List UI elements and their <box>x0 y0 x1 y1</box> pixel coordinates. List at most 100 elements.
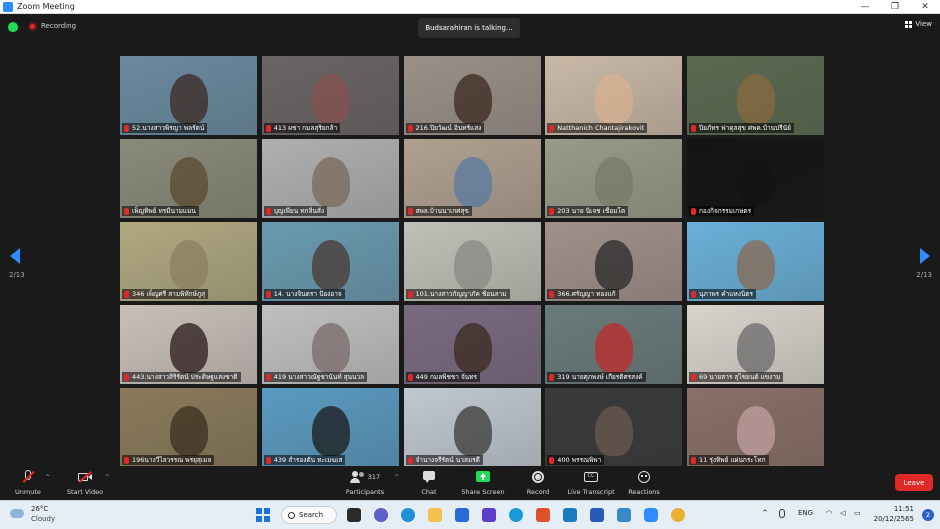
mail-icon[interactable] <box>455 508 469 522</box>
page-indicator-right: 2/13 <box>916 271 932 279</box>
participant-tile[interactable]: 216.ปิยวัฒน์ อินทร์แสง <box>403 56 541 135</box>
participant-figure <box>595 323 634 373</box>
weather-description[interactable]: Cloudy <box>31 515 55 523</box>
clock-time[interactable]: 11:51 <box>894 505 914 513</box>
participant-tile[interactable]: 346 เพ็ญศรี สามพิทักษ์ภูสุ <box>120 222 257 301</box>
participant-tile[interactable]: 11 รุ่งทิพย์ แผ่นกระโทก <box>687 388 824 467</box>
security-shield-icon[interactable] <box>8 22 18 32</box>
audio-options-caret-icon[interactable]: ^ <box>45 474 50 481</box>
recording-label: Recording <box>41 22 77 30</box>
muted-mic-icon <box>407 456 413 464</box>
file-explorer-icon[interactable] <box>428 508 442 522</box>
participant-tile[interactable]: 14. นางจินตรา ป้องอาจ <box>261 222 399 301</box>
participant-tile[interactable]: 413 ผชา กมลสุริยกล้า <box>261 56 399 135</box>
participant-tile[interactable]: 319 นายศุภพงษ์ เกียรติศรสงค์ <box>545 305 683 384</box>
participant-tile[interactable]: 196นางวีไลวรรณ พรยุสุเมล <box>120 388 257 467</box>
share-screen-button[interactable]: Share Screen <box>459 466 507 500</box>
edge-browser-icon[interactable] <box>401 508 415 522</box>
participant-tile[interactable]: 69 นายสาร สุไชยนต์ แขงาม <box>687 305 824 384</box>
participant-tile[interactable]: 203 นาย นิเจช เชื่อมโต <box>545 139 683 218</box>
participant-name-label: 196นางวีไลวรรณ พรยุสุเมล <box>122 455 215 465</box>
smiley-icon <box>636 469 652 485</box>
record-button[interactable]: Record <box>524 466 552 500</box>
participant-name: 400 พรรณพิพา <box>557 456 602 464</box>
restore-icon[interactable]: ❐ <box>880 0 910 14</box>
participant-name: กองกิจกรรมเกษตร <box>699 207 752 215</box>
minimize-icon[interactable]: — <box>850 0 880 14</box>
chat-icon <box>421 469 437 485</box>
participant-name: 216.ปิยวัฒน์ อินทร์แสง <box>415 124 482 132</box>
image-app-icon[interactable] <box>563 508 577 522</box>
leave-button[interactable]: Leave <box>895 474 933 491</box>
participant-figure <box>311 323 350 373</box>
participants-count: 317 <box>367 473 381 481</box>
input-language[interactable]: ENG <box>798 509 813 517</box>
live-transcript-button[interactable]: CC Live Transcript <box>566 466 616 500</box>
participant-figure <box>453 74 492 124</box>
clock-date[interactable]: 20/12/2565 <box>874 515 914 523</box>
pen-app-icon[interactable] <box>482 508 496 522</box>
cloud-icon[interactable] <box>10 509 24 518</box>
start-video-button[interactable]: Start Video <box>64 466 106 500</box>
battery-icon[interactable]: ▭ <box>854 509 861 517</box>
participant-tile[interactable]: บุญเพียน ทกลิ่นสั่ง <box>261 139 399 218</box>
participant-tile[interactable]: นุภาพร คำแหงนิตร <box>687 222 824 301</box>
participant-tile[interactable]: 366.ศรัญญา ทองแก้ <box>545 222 683 301</box>
muted-mic-icon <box>124 207 129 215</box>
participant-tile[interactable]: ปิยภัทร ฟาดุลสุข ศพค.บ้านปรีนัย์ <box>687 56 824 135</box>
muted-mic-icon <box>20 469 36 485</box>
recording-icon[interactable] <box>28 22 37 31</box>
word-icon[interactable] <box>590 508 604 522</box>
participant-name: สพล.บ้านนาเกศสุข <box>415 207 469 215</box>
task-view-icon[interactable] <box>347 508 361 522</box>
participant-figure <box>453 240 492 290</box>
edge-dev-icon[interactable] <box>509 508 523 522</box>
participant-tile[interactable]: 439 สำรองตัน ทะเมฆเส <box>261 388 399 467</box>
weather-temperature[interactable]: 26°C <box>31 505 48 513</box>
zoom-taskbar-icon[interactable] <box>644 508 658 522</box>
view-button[interactable]: View <box>905 20 932 28</box>
microphone-tray-icon[interactable] <box>779 509 785 518</box>
participant-name-label: สพล.บ้านนาเกศสุข <box>405 206 472 216</box>
participant-tile[interactable]: 52.นางสาวพิรญา พลรัตน์ <box>120 56 257 135</box>
participant-name: 419 นางสาวณัฐชานันท์ สุนนวล <box>273 373 365 381</box>
muted-mic-icon <box>124 373 129 381</box>
participant-name-label: 346 เพ็ญศรี สามพิทักษ์ภูสุ <box>122 289 209 299</box>
reactions-button[interactable]: Reactions <box>627 466 661 500</box>
participant-tile[interactable]: จำนางจรีรัตน์ นวลมรดี <box>403 388 541 467</box>
unmute-button[interactable]: Unmute <box>13 466 43 500</box>
participant-tile[interactable]: 443.นางสาวสิริรัตน์ ประดิษฐแสงชาติ <box>120 305 257 384</box>
previous-page-arrow-icon[interactable] <box>10 248 20 264</box>
participant-figure <box>311 240 350 290</box>
participant-tile[interactable]: 419 นางสาวณัฐชานันท์ สุนนวล <box>261 305 399 384</box>
participant-name-label: 413 ผชา กมลสุริยกล้า <box>263 123 341 133</box>
speaker-icon[interactable]: ◁ <box>840 509 845 517</box>
participants-button[interactable]: 317 Participants <box>342 466 388 500</box>
chat-button[interactable]: Chat <box>417 466 441 500</box>
participant-name: 14. นางจินตรา ป้องอาจ <box>273 290 342 298</box>
participant-figure <box>453 157 492 207</box>
participant-tile[interactable]: กองกิจกรรมเกษตร <box>687 139 824 218</box>
participant-tile[interactable]: Natthanich Chantajirakovit <box>545 56 683 135</box>
next-page-arrow-icon[interactable] <box>920 248 930 264</box>
video-options-caret-icon[interactable]: ^ <box>105 474 110 481</box>
participant-name: 319 นายศุภพงษ์ เกียรติศรสงค์ <box>557 373 643 381</box>
wifi-icon[interactable]: ◠ <box>826 509 832 517</box>
display-app-icon[interactable] <box>617 508 631 522</box>
participant-tile[interactable]: 400 พรรณพิพา <box>545 388 683 467</box>
close-icon[interactable]: ✕ <box>910 0 940 14</box>
tray-overflow-icon[interactable]: ^ <box>762 509 768 517</box>
participant-tile[interactable]: 449 กมลพิชชา จันทร <box>403 305 541 384</box>
participant-tile[interactable]: 101.นางสาวกัญญาภัค ช้อนลาม <box>403 222 541 301</box>
windows-start-icon[interactable] <box>256 508 270 522</box>
chrome-icon[interactable] <box>671 508 685 522</box>
participants-options-caret-icon[interactable]: ^ <box>394 474 399 481</box>
teams-chat-icon[interactable] <box>374 508 388 522</box>
notification-badge[interactable]: 2 <box>922 509 934 521</box>
participant-tile[interactable]: สพล.บ้านนาเกศสุข <box>403 139 541 218</box>
taskbar-search[interactable]: Search <box>281 506 337 524</box>
participant-tile[interactable]: เพ็ญทิพย์ ทรมีนามแมน <box>120 139 257 218</box>
participant-name: 439 สำรองตัน ทะเมฆเส <box>273 456 343 464</box>
office-icon[interactable] <box>536 508 550 522</box>
participant-name-label: 203 นาย นิเจช เชื่อมโต <box>547 206 629 216</box>
